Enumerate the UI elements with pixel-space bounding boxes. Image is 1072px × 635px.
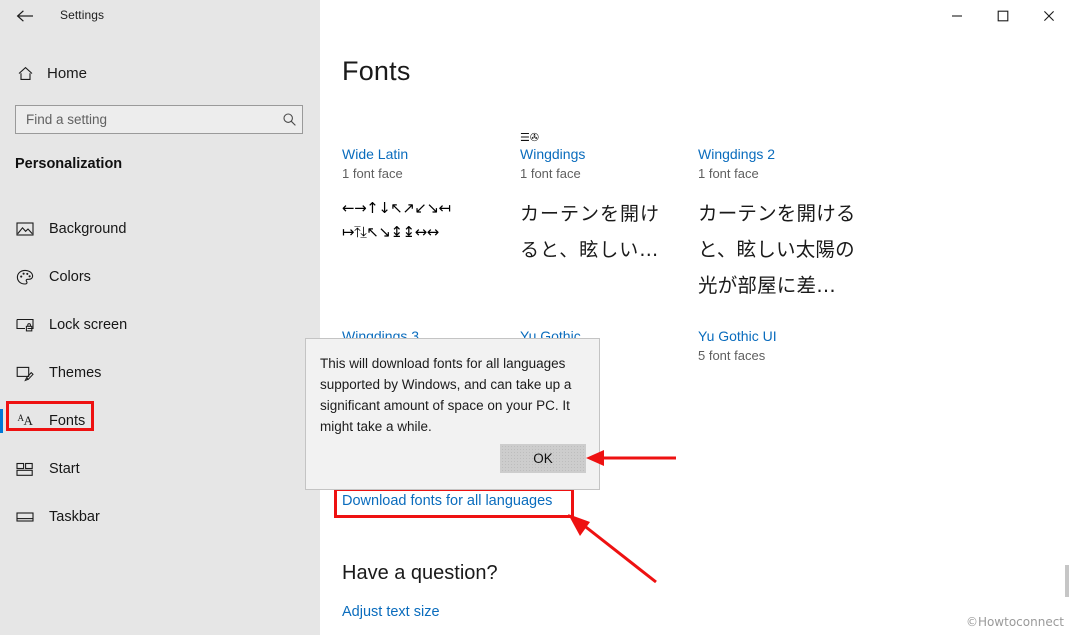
sidebar-item-home[interactable]: Home <box>0 57 320 89</box>
sidebar-section-heading: Personalization <box>15 156 123 172</box>
page-title: Fonts <box>342 56 411 86</box>
home-icon <box>15 65 35 82</box>
settings-window: Home Personalization Backgroun <box>0 0 1072 635</box>
selection-indicator <box>0 409 3 433</box>
lock-screen-icon <box>14 317 36 333</box>
search-box[interactable] <box>15 105 303 134</box>
back-button[interactable] <box>8 2 42 30</box>
sidebar-item-themes[interactable]: Themes <box>0 349 320 397</box>
sidebar-item-background-label: Background <box>49 221 127 237</box>
sidebar-nav-list: Background Colors Lock screen Themes AA … <box>0 205 320 541</box>
font-grid: Wide Latin 1 font face ☰✇ Wingdings 1 fo… <box>342 86 1042 181</box>
close-button[interactable] <box>1026 0 1072 32</box>
font-card[interactable]: ☰✇ Wingdings 1 font face <box>520 86 698 181</box>
font-card-name[interactable]: Wide Latin <box>342 146 520 162</box>
palette-icon <box>14 269 36 286</box>
adjust-text-size-link[interactable]: Adjust text size <box>342 604 440 620</box>
sidebar-item-colors[interactable]: Colors <box>0 253 320 301</box>
sidebar-item-taskbar-label: Taskbar <box>49 509 100 525</box>
font-preview: カーテンを開け ると、眩しい… <box>520 196 698 316</box>
download-fonts-dialog: This will download fonts for all languag… <box>305 338 600 490</box>
titlebar: Settings <box>0 0 1072 32</box>
close-icon <box>1044 11 1054 21</box>
font-preview: ☰✇ <box>520 86 698 144</box>
sidebar-item-home-label: Home <box>47 64 88 82</box>
start-tiles-icon <box>14 462 36 477</box>
brush-icon <box>14 365 36 382</box>
search-input[interactable] <box>16 105 276 134</box>
sidebar-item-lock-screen-label: Lock screen <box>49 317 128 333</box>
font-card-faces: 1 font face <box>520 166 581 181</box>
sidebar-item-fonts[interactable]: AA Fonts <box>0 397 320 445</box>
arrow-glyph-line: ←→↑↓↖↗↙↘↤ <box>342 199 451 217</box>
font-preview <box>342 86 520 144</box>
vertical-scrollbar[interactable] <box>1065 565 1069 597</box>
japanese-sample-line: カーテンを開け <box>520 203 661 225</box>
minimize-button[interactable] <box>934 0 980 32</box>
main-content: Fonts Wide Latin 1 font face ☰✇ Wingding… <box>320 0 1072 635</box>
titlebar-left-region <box>0 0 320 32</box>
dialog-message: This will download fonts for all languag… <box>320 356 572 434</box>
font-grid-row: Wide Latin 1 font face ☰✇ Wingdings 1 fo… <box>342 86 1042 181</box>
picture-icon <box>14 221 36 237</box>
font-preview: ←→↑↓↖↗↙↘↤ ↦⤒⤓↖↘↨↨↔↔ <box>342 196 520 316</box>
maximize-button[interactable] <box>980 0 1026 32</box>
search-icon[interactable] <box>276 112 302 127</box>
sidebar-item-lock-screen[interactable]: Lock screen <box>0 301 320 349</box>
sidebar-item-fonts-label: Fonts <box>49 413 86 429</box>
japanese-sample-line: ると、眩しい… <box>520 239 660 261</box>
dialog-ok-button[interactable]: OK <box>500 444 586 473</box>
font-card-name[interactable]: Wingdings 2 <box>698 146 876 162</box>
font-card[interactable]: カーテンを開ける と、眩しい太陽の 光が部屋に差… Yu Gothic UI 5… <box>698 196 898 363</box>
japanese-sample-line: 光が部屋に差… <box>698 274 836 297</box>
download-fonts-link-wrapper: Download fonts for all languages <box>334 488 574 518</box>
window-controls <box>934 0 1072 32</box>
font-card-faces: 1 font face <box>342 166 403 181</box>
sidebar: Home Personalization Backgroun <box>0 0 320 635</box>
sidebar-item-themes-label: Themes <box>49 365 102 381</box>
aa-font-icon: AA <box>17 413 33 428</box>
font-card-faces: 1 font face <box>698 166 759 181</box>
font-card-name[interactable]: Wingdings <box>520 146 698 162</box>
font-preview <box>698 86 876 144</box>
sidebar-item-start-label: Start <box>49 461 80 477</box>
back-arrow-icon <box>16 10 33 22</box>
wingdings-glyph-preview: ☰✇ <box>520 131 540 144</box>
font-card-faces: 5 font faces <box>698 348 766 363</box>
sidebar-item-taskbar[interactable]: Taskbar <box>0 493 320 541</box>
arrow-glyph-line: ↦⤒⤓↖↘↨↨↔↔ <box>342 223 439 241</box>
japanese-sample-line: と、眩しい太陽の <box>698 238 855 261</box>
maximize-icon <box>997 10 1009 22</box>
font-card[interactable]: Wingdings 2 1 font face <box>698 86 876 181</box>
have-a-question-heading: Have a question? <box>342 562 498 584</box>
download-fonts-link[interactable]: Download fonts for all languages <box>334 488 560 514</box>
japanese-sample-line: カーテンを開ける <box>698 202 856 225</box>
app-title: Settings <box>60 8 105 22</box>
font-card-name[interactable]: Yu Gothic UI <box>698 328 898 344</box>
sidebar-item-background[interactable]: Background <box>0 205 320 253</box>
watermark: ©Howtoconnect <box>965 615 1064 629</box>
minimize-icon <box>952 15 962 17</box>
sidebar-item-colors-label: Colors <box>49 269 91 285</box>
font-card[interactable]: Wide Latin 1 font face <box>342 86 520 181</box>
sidebar-item-start[interactable]: Start <box>0 445 320 493</box>
font-preview: カーテンを開ける と、眩しい太陽の 光が部屋に差… <box>698 196 898 326</box>
taskbar-icon <box>14 510 36 524</box>
